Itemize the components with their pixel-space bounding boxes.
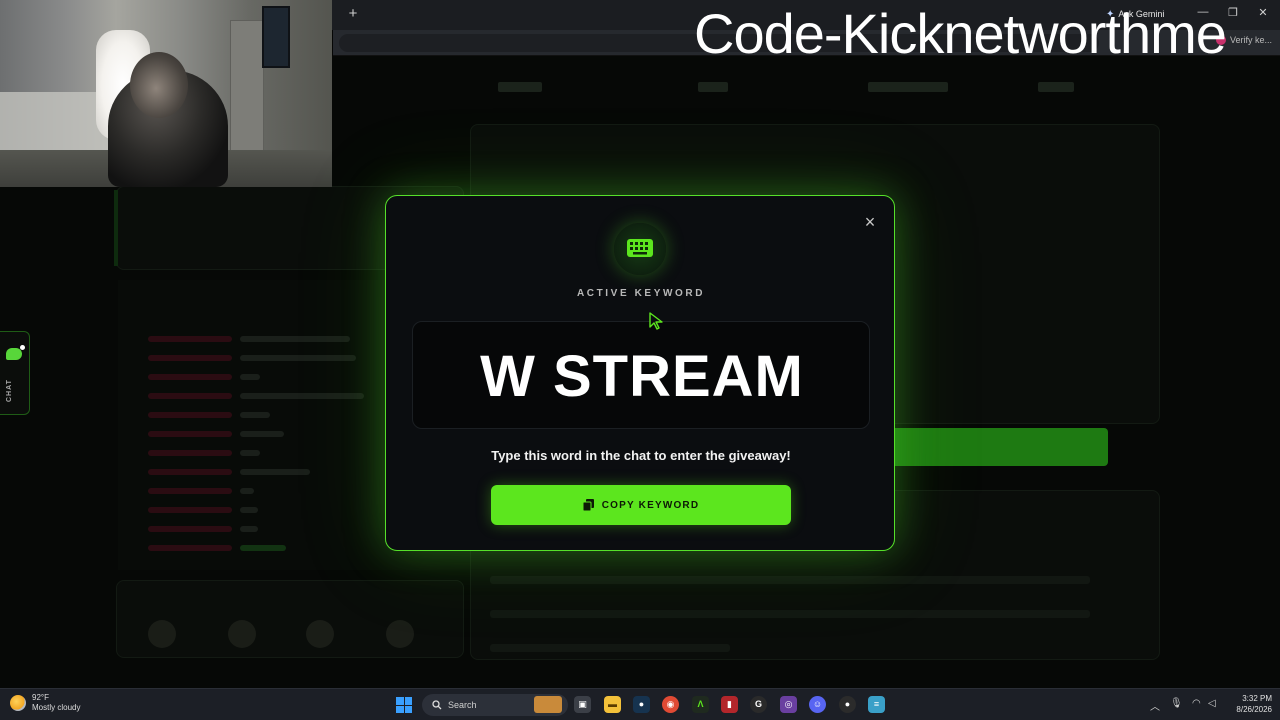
active-keyword-label: ACTIVE KEYWORD <box>576 288 706 299</box>
background-accent <box>114 190 118 266</box>
chat-bubble-icon <box>6 348 22 360</box>
weather-widget[interactable]: 92°F Mostly cloudy <box>10 693 80 713</box>
app-record-icon[interactable]: ● <box>839 696 856 713</box>
clock-date: 8/26/2026 <box>1236 705 1272 714</box>
search-highlight-icon <box>534 696 562 713</box>
task-view-icon[interactable]: ▣ <box>574 696 591 713</box>
new-tab-button[interactable]: + <box>344 5 362 23</box>
chat-side-tab[interactable]: CHAT <box>0 331 30 415</box>
copy-keyword-button[interactable]: COPY KEYWORD <box>491 485 791 525</box>
mouse-cursor-icon <box>649 312 663 330</box>
keyboard-icon-badge <box>614 223 666 275</box>
microphone-icon[interactable]: 🎙︎ <box>1170 698 1183 709</box>
background-green-bar <box>890 428 1108 466</box>
instruction-text: Type this word in the chat to enter the … <box>491 448 791 463</box>
file-explorer-icon[interactable]: ▬ <box>604 696 621 713</box>
webcam-feed <box>0 0 332 187</box>
wifi-icon[interactable]: ◠ <box>1192 698 1201 709</box>
notification-dot <box>20 345 25 350</box>
copy-icon <box>582 499 594 511</box>
clock-time: 3:32 PM <box>1242 694 1272 703</box>
obs-icon[interactable]: ◎ <box>780 696 797 713</box>
search-icon <box>432 700 442 710</box>
system-clock[interactable]: 3:32 PM 8/26/2026 <box>1226 693 1272 715</box>
copy-keyword-label: COPY KEYWORD <box>601 499 700 511</box>
active-keyword-modal: × ACTIVE KEYWORD W STREAM Type this word… <box>385 195 895 551</box>
close-icon[interactable]: × <box>860 212 880 232</box>
keyword-display: W STREAM <box>412 321 870 429</box>
tray-chevron-icon[interactable]: ︿ <box>1150 698 1160 713</box>
search-label: Search <box>448 700 477 710</box>
chat-tab-label: CHAT <box>6 379 13 402</box>
restore-icon[interactable]: ❐ <box>1226 6 1240 19</box>
discord-icon[interactable]: ☺ <box>809 696 826 713</box>
weather-icon <box>10 695 26 711</box>
stream-overlay-text: Code-Kicknetworthme <box>694 2 1227 65</box>
window-close-icon[interactable]: ✕ <box>1256 6 1270 19</box>
keyboard-icon <box>627 239 653 257</box>
windows-taskbar: 92°F Mostly cloudy Search ▣ ▬ ● ◉ Λ ▮ G … <box>0 688 1280 720</box>
volume-icon[interactable]: ◁ <box>1208 698 1216 709</box>
weather-desc: Mostly cloudy <box>32 703 81 712</box>
weather-temp: 92°F <box>32 693 49 702</box>
chrome-icon[interactable]: ◉ <box>662 696 679 713</box>
screen: + ✦ Ask Gemini — ❐ ✕ Verify ke... Code-K… <box>0 0 1280 720</box>
background-stats <box>470 64 1170 110</box>
profile-label: Verify ke... <box>1229 35 1272 45</box>
notepad-icon[interactable]: ≡ <box>868 696 885 713</box>
app-lambda-icon[interactable]: Λ <box>692 696 709 713</box>
windows-start-icon[interactable] <box>396 697 412 713</box>
app-red-icon[interactable]: ▮ <box>721 696 738 713</box>
steam-icon[interactable]: ● <box>633 696 650 713</box>
keyword-text: W STREAM <box>480 344 804 409</box>
app-g-icon[interactable]: G <box>750 696 767 713</box>
